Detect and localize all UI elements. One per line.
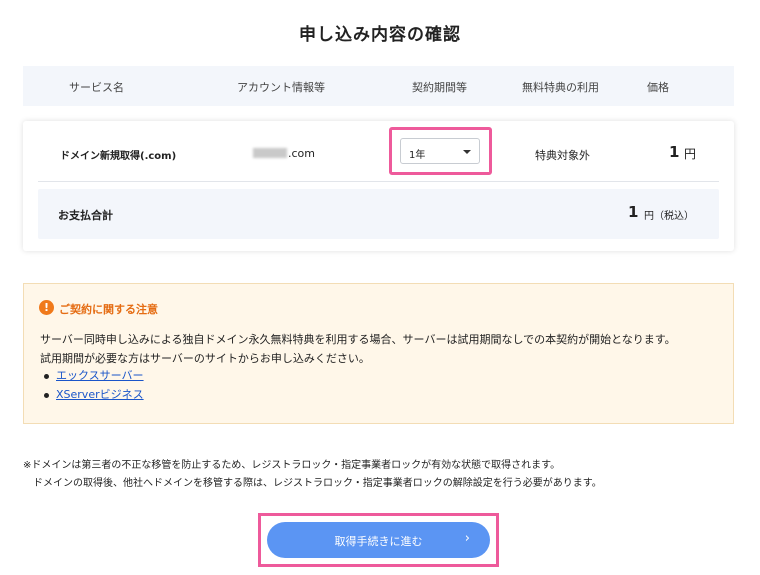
list-item: XServerビジネス — [44, 388, 144, 407]
divider — [38, 181, 719, 182]
domain-suffix: .com — [288, 147, 315, 160]
proceed-button-label: 取得手続きに進む — [334, 535, 423, 548]
xserver-business-link[interactable]: XServerビジネス — [56, 388, 144, 401]
total-unit: 円（税込） — [644, 211, 694, 222]
exclamation-icon: ! — [39, 300, 54, 315]
caret-down-icon — [463, 150, 471, 154]
notice-line-2: 試用期間が必要な方はサーバーのサイトからお申し込みください。 — [40, 352, 370, 365]
notice-link-list: エックスサーバー XServerビジネス — [44, 369, 144, 407]
benefit-status: 特典対象外 — [535, 149, 590, 162]
price-unit: 円 — [684, 147, 697, 161]
price-amount: 1 — [669, 143, 680, 161]
chevron-right-icon: › — [464, 531, 470, 546]
total-label: お支払合計 — [58, 209, 113, 222]
total-row: お支払合計 1 円（税込） — [38, 189, 719, 239]
service-name: ドメイン新規取得(.com) — [60, 151, 177, 162]
total-amount: 1 — [628, 203, 639, 221]
list-item: エックスサーバー — [44, 369, 144, 388]
term-select[interactable]: 1年 — [400, 138, 480, 164]
proceed-button[interactable]: 取得手続きに進む › — [267, 522, 490, 558]
order-summary-card: ドメイン新規取得(.com) .com 1年 特典対象外 1 円 お支払合計 1… — [23, 121, 734, 251]
column-header-benefit: 無料特典の利用 — [522, 81, 599, 94]
table-header: サービス名 アカウント情報等 契約期間等 無料特典の利用 価格 — [23, 66, 734, 106]
table-row: ドメイン新規取得(.com) .com 1年 特典対象外 1 円 — [23, 121, 734, 181]
term-select-value: 1年 — [409, 150, 426, 161]
notice-title: ご契約に関する注意 — [59, 303, 158, 316]
proceed-button-highlight: 取得手続きに進む › — [258, 513, 499, 567]
footnote-2: ドメインの取得後、他社へドメインを移管する際は、レジストラロック・指定事業者ロッ… — [33, 478, 602, 489]
page-title: 申し込み内容の確認 — [299, 25, 461, 45]
column-header-term: 契約期間等 — [412, 81, 467, 94]
column-header-price: 価格 — [647, 81, 669, 94]
column-header-service: サービス名 — [69, 81, 124, 94]
notice-line-1: サーバー同時申し込みによる独自ドメイン永久無料特典を利用する場合、サーバーは試用… — [40, 333, 676, 346]
redacted-domain-name — [253, 148, 287, 158]
footnote-1: ※ドメインは第三者の不正な移管を防止するため、レジストラロック・指定事業者ロック… — [23, 460, 561, 471]
column-header-account: アカウント情報等 — [237, 81, 325, 94]
contract-notice: ! ご契約に関する注意 サーバー同時申し込みによる独自ドメイン永久無料特典を利用… — [23, 283, 734, 424]
xserver-link[interactable]: エックスサーバー — [56, 369, 144, 382]
account-domain: .com — [253, 147, 315, 160]
term-select-highlight: 1年 — [389, 127, 492, 175]
